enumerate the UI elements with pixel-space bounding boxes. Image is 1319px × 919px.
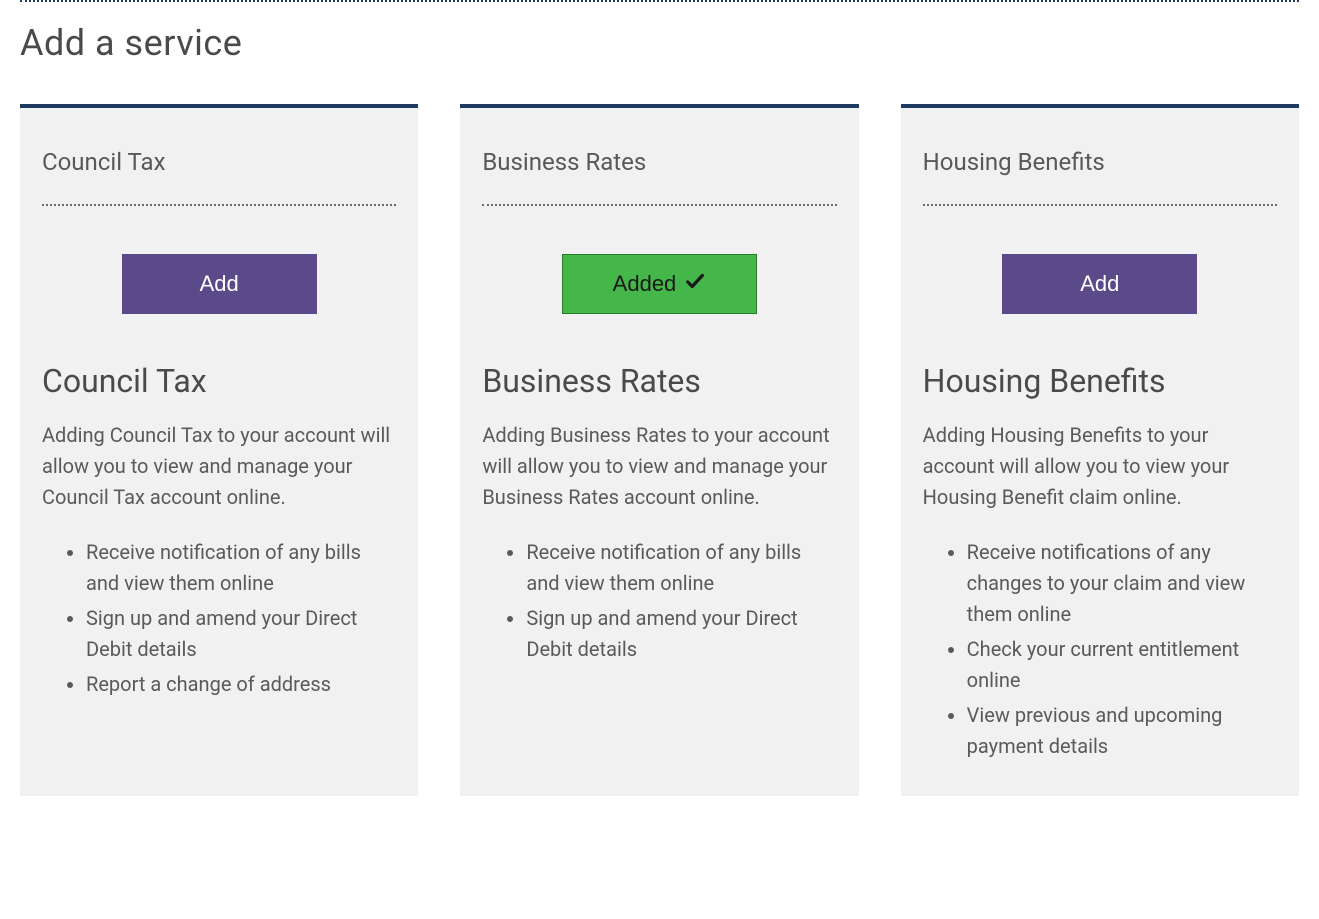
card-description: Adding Housing Benefits to your account … (923, 420, 1277, 513)
card-business-rates: Business Rates Added Business Rates Addi… (460, 104, 858, 796)
card-description: Adding Council Tax to your account will … (42, 420, 396, 513)
add-button-housing-benefits[interactable]: Add (1002, 254, 1197, 314)
card-bullets: Receive notification of any bills and vi… (482, 537, 836, 665)
card-small-title: Housing Benefits (923, 148, 1277, 206)
card-bullets: Receive notification of any bills and vi… (42, 537, 396, 700)
card-description: Adding Business Rates to your account wi… (482, 420, 836, 513)
list-item: Check your current entitlement online (967, 634, 1277, 696)
button-label: Add (1080, 271, 1119, 297)
list-item: Receive notification of any bills and vi… (526, 537, 836, 599)
list-item: View previous and upcoming payment detai… (967, 700, 1277, 762)
cards-row: Council Tax Add Council Tax Adding Counc… (20, 104, 1299, 796)
card-council-tax: Council Tax Add Council Tax Adding Counc… (20, 104, 418, 796)
add-button-council-tax[interactable]: Add (122, 254, 317, 314)
added-button-business-rates[interactable]: Added (562, 254, 757, 314)
card-bullets: Receive notifications of any changes to … (923, 537, 1277, 762)
list-item: Receive notifications of any changes to … (967, 537, 1277, 630)
card-big-title: Council Tax (42, 362, 396, 400)
card-small-title: Business Rates (482, 148, 836, 206)
list-item: Report a change of address (86, 669, 396, 700)
list-item: Sign up and amend your Direct Debit deta… (526, 603, 836, 665)
button-label: Added (613, 271, 677, 297)
card-housing-benefits: Housing Benefits Add Housing Benefits Ad… (901, 104, 1299, 796)
card-big-title: Business Rates (482, 362, 836, 400)
card-small-title: Council Tax (42, 148, 396, 206)
button-label: Add (200, 271, 239, 297)
button-wrap: Added (482, 254, 836, 314)
top-dotted-divider (20, 0, 1299, 2)
list-item: Receive notification of any bills and vi… (86, 537, 396, 599)
card-big-title: Housing Benefits (923, 362, 1277, 400)
page-title: Add a service (20, 22, 1299, 64)
button-wrap: Add (923, 254, 1277, 314)
list-item: Sign up and amend your Direct Debit deta… (86, 603, 396, 665)
check-icon (684, 270, 706, 298)
button-wrap: Add (42, 254, 396, 314)
